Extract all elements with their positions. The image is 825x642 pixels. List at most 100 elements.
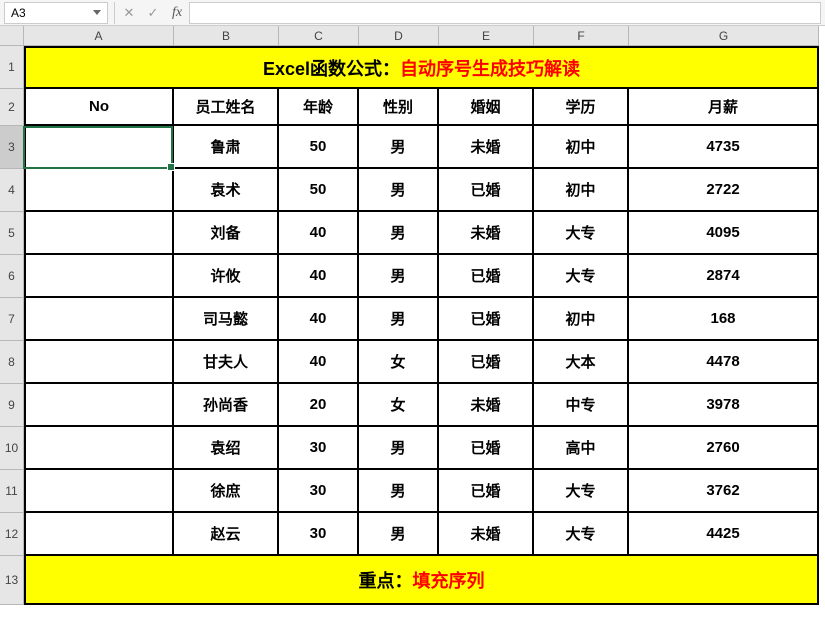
cell-edu[interactable]: 初中 bbox=[534, 169, 629, 212]
cell-marriage[interactable]: 未婚 bbox=[439, 212, 534, 255]
cell-salary[interactable]: 2760 bbox=[629, 427, 819, 470]
cell-gender[interactable]: 女 bbox=[359, 341, 439, 384]
col-head-C[interactable]: C bbox=[279, 26, 359, 46]
cell-name[interactable]: 许攸 bbox=[174, 255, 279, 298]
cell-no[interactable] bbox=[24, 384, 174, 427]
cell-gender[interactable]: 男 bbox=[359, 212, 439, 255]
row-head-7[interactable]: 7 bbox=[0, 298, 24, 341]
cell-salary[interactable]: 4095 bbox=[629, 212, 819, 255]
cell-no[interactable] bbox=[24, 212, 174, 255]
cell-no[interactable] bbox=[24, 513, 174, 556]
cell-marriage[interactable]: 未婚 bbox=[439, 384, 534, 427]
fx-icon[interactable]: fx bbox=[165, 2, 189, 24]
cell-name[interactable]: 鲁肃 bbox=[174, 126, 279, 169]
col-head-E[interactable]: E bbox=[439, 26, 534, 46]
header-gender[interactable]: 性别 bbox=[359, 89, 439, 126]
cell-salary[interactable]: 3762 bbox=[629, 470, 819, 513]
col-head-F[interactable]: F bbox=[534, 26, 629, 46]
row-head-9[interactable]: 9 bbox=[0, 384, 24, 427]
col-head-G[interactable]: G bbox=[629, 26, 819, 46]
cell-gender[interactable]: 男 bbox=[359, 255, 439, 298]
row-head-3[interactable]: 3 bbox=[0, 126, 24, 169]
cell-salary[interactable]: 4735 bbox=[629, 126, 819, 169]
cell-salary[interactable]: 3978 bbox=[629, 384, 819, 427]
cell-no[interactable] bbox=[24, 255, 174, 298]
cell-name[interactable]: 赵云 bbox=[174, 513, 279, 556]
footer-cell[interactable]: 重点：填充序列 bbox=[24, 556, 819, 605]
row-head-4[interactable]: 4 bbox=[0, 169, 24, 212]
row-head-8[interactable]: 8 bbox=[0, 341, 24, 384]
cell-no[interactable] bbox=[24, 169, 174, 212]
cell-edu[interactable]: 初中 bbox=[534, 298, 629, 341]
cell-age[interactable]: 40 bbox=[279, 341, 359, 384]
cell-name[interactable]: 袁术 bbox=[174, 169, 279, 212]
cell-marriage[interactable]: 已婚 bbox=[439, 341, 534, 384]
header-name[interactable]: 员工姓名 bbox=[174, 89, 279, 126]
cell-edu[interactable]: 中专 bbox=[534, 384, 629, 427]
cell-no[interactable] bbox=[24, 470, 174, 513]
cell-gender[interactable]: 女 bbox=[359, 384, 439, 427]
col-head-A[interactable]: A bbox=[24, 26, 174, 46]
dropdown-icon[interactable] bbox=[93, 10, 101, 15]
cell-salary[interactable]: 4478 bbox=[629, 341, 819, 384]
cell-no[interactable] bbox=[24, 427, 174, 470]
select-all-corner[interactable] bbox=[0, 26, 24, 46]
cell-edu[interactable]: 大专 bbox=[534, 212, 629, 255]
row-head-6[interactable]: 6 bbox=[0, 255, 24, 298]
cell-marriage[interactable]: 未婚 bbox=[439, 126, 534, 169]
cell-age[interactable]: 40 bbox=[279, 255, 359, 298]
header-marriage[interactable]: 婚姻 bbox=[439, 89, 534, 126]
cell-name[interactable]: 甘夫人 bbox=[174, 341, 279, 384]
cell-name[interactable]: 司马懿 bbox=[174, 298, 279, 341]
row-head-1[interactable]: 1 bbox=[0, 46, 24, 89]
cell-edu[interactable]: 大专 bbox=[534, 513, 629, 556]
row-head-11[interactable]: 11 bbox=[0, 470, 24, 513]
cell-name[interactable]: 袁绍 bbox=[174, 427, 279, 470]
cell-no[interactable] bbox=[24, 126, 174, 169]
cell-age[interactable]: 30 bbox=[279, 427, 359, 470]
cell-no[interactable] bbox=[24, 298, 174, 341]
cell-age[interactable]: 30 bbox=[279, 470, 359, 513]
cell-name[interactable]: 徐庶 bbox=[174, 470, 279, 513]
cell-age[interactable]: 40 bbox=[279, 298, 359, 341]
cell-marriage[interactable]: 已婚 bbox=[439, 255, 534, 298]
cell-salary[interactable]: 4425 bbox=[629, 513, 819, 556]
col-head-D[interactable]: D bbox=[359, 26, 439, 46]
formula-input[interactable] bbox=[189, 2, 821, 24]
cell-gender[interactable]: 男 bbox=[359, 298, 439, 341]
cell-gender[interactable]: 男 bbox=[359, 126, 439, 169]
cell-gender[interactable]: 男 bbox=[359, 169, 439, 212]
cell-age[interactable]: 40 bbox=[279, 212, 359, 255]
cell-marriage[interactable]: 已婚 bbox=[439, 169, 534, 212]
cell-marriage[interactable]: 已婚 bbox=[439, 470, 534, 513]
cell-marriage[interactable]: 已婚 bbox=[439, 298, 534, 341]
confirm-icon[interactable]: ✓ bbox=[141, 2, 165, 24]
cell-salary[interactable]: 2874 bbox=[629, 255, 819, 298]
name-box[interactable]: A3 bbox=[4, 2, 108, 24]
cell-name[interactable]: 刘备 bbox=[174, 212, 279, 255]
cell-age[interactable]: 50 bbox=[279, 169, 359, 212]
cell-age[interactable]: 30 bbox=[279, 513, 359, 556]
header-salary[interactable]: 月薪 bbox=[629, 89, 819, 126]
header-edu[interactable]: 学历 bbox=[534, 89, 629, 126]
cell-gender[interactable]: 男 bbox=[359, 427, 439, 470]
header-no[interactable]: No bbox=[24, 89, 174, 126]
row-head-12[interactable]: 12 bbox=[0, 513, 24, 556]
cell-age[interactable]: 20 bbox=[279, 384, 359, 427]
cell-salary[interactable]: 2722 bbox=[629, 169, 819, 212]
cell-gender[interactable]: 男 bbox=[359, 513, 439, 556]
title-cell[interactable]: Excel函数公式：自动序号生成技巧解读 bbox=[24, 46, 819, 89]
cell-edu[interactable]: 大本 bbox=[534, 341, 629, 384]
cell-edu[interactable]: 大专 bbox=[534, 255, 629, 298]
row-head-10[interactable]: 10 bbox=[0, 427, 24, 470]
cell-age[interactable]: 50 bbox=[279, 126, 359, 169]
row-head-2[interactable]: 2 bbox=[0, 89, 24, 126]
cell-marriage[interactable]: 未婚 bbox=[439, 513, 534, 556]
cancel-icon[interactable]: ✕ bbox=[117, 2, 141, 24]
cell-name[interactable]: 孙尚香 bbox=[174, 384, 279, 427]
row-head-5[interactable]: 5 bbox=[0, 212, 24, 255]
row-head-13[interactable]: 13 bbox=[0, 556, 24, 605]
cell-edu[interactable]: 高中 bbox=[534, 427, 629, 470]
cell-gender[interactable]: 男 bbox=[359, 470, 439, 513]
cell-marriage[interactable]: 已婚 bbox=[439, 427, 534, 470]
